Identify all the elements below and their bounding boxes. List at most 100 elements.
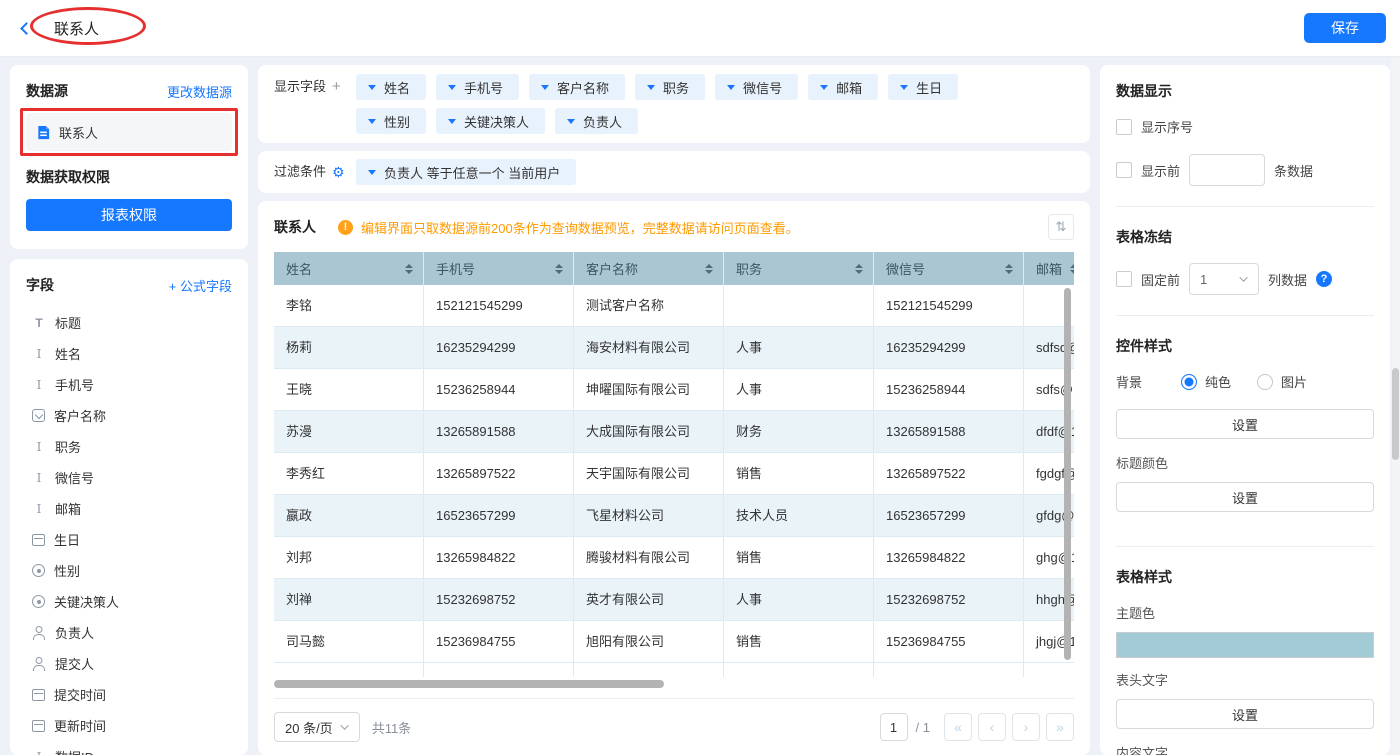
show-first-prefix: 显示前 — [1141, 161, 1180, 180]
page-size-select[interactable]: 20 条/页 — [274, 712, 360, 742]
sort-toggle-button[interactable] — [1048, 214, 1074, 240]
display-field-chip[interactable]: 负责人 — [555, 108, 638, 134]
back-button[interactable] — [22, 20, 38, 36]
table-row[interactable]: 李铭 152121545299 测试客户名称 152121545299 — [274, 285, 1074, 327]
cell-company: 坤曜国际有限公司 — [574, 369, 724, 410]
show-index-checkbox[interactable] — [1116, 119, 1132, 135]
table-row[interactable]: 李秀红 13265897522 天宇国际有限公司 销售 13265897522 … — [274, 453, 1074, 495]
datasource-header: 数据源 — [26, 81, 68, 101]
background-set-button[interactable]: 设置 — [1116, 409, 1374, 439]
widget-style-header: 控件样式 — [1116, 336, 1374, 356]
field-item[interactable]: 更新时间 — [26, 710, 232, 741]
report-permission-button[interactable]: 报表权限 — [26, 199, 232, 231]
sort-arrows-icon[interactable] — [1062, 264, 1074, 274]
header-text-set-button[interactable]: 设置 — [1116, 699, 1374, 729]
table-row[interactable]: 王晓 15236258944 坤曜国际有限公司 人事 15236258944 s… — [274, 369, 1074, 411]
chip-label: 邮箱 — [836, 78, 862, 97]
warning-text: 编辑界面只取数据源前200条作为查询数据预览，完整数据请访问页面查看。 — [361, 218, 799, 237]
prev-page-button[interactable] — [978, 713, 1006, 741]
show-first-count-input[interactable] — [1189, 154, 1265, 186]
cell-phone: 15236258944 — [424, 369, 574, 410]
column-header[interactable]: 姓名 — [274, 252, 424, 285]
next-page-button[interactable] — [1012, 713, 1040, 741]
field-item[interactable]: 提交时间 — [26, 679, 232, 710]
field-item[interactable]: 关键决策人 — [26, 586, 232, 617]
table-horizontal-scrollbar[interactable] — [274, 680, 664, 688]
display-field-chip[interactable]: 职务 — [635, 74, 705, 100]
table-row[interactable]: 刘禅 15232698752 英才有限公司 人事 15232698752 hhg… — [274, 579, 1074, 621]
display-field-chip[interactable]: 微信号 — [715, 74, 798, 100]
add-display-field-button[interactable]: + — [332, 74, 341, 100]
top-bar: 联系人 保存 — [0, 0, 1400, 57]
table-row-partial — [274, 663, 1074, 677]
help-icon[interactable]: ? — [1316, 271, 1332, 287]
column-header[interactable]: 客户名称 — [574, 252, 724, 285]
display-field-chip[interactable]: 手机号 — [436, 74, 519, 100]
cell-phone: 13265984822 — [424, 537, 574, 578]
field-label: 数据ID — [55, 747, 94, 755]
chevron-down-icon — [727, 85, 735, 90]
gear-icon[interactable]: ⚙ — [332, 165, 345, 179]
cell-job: 人事 — [724, 327, 874, 368]
field-item[interactable]: 手机号 — [26, 369, 232, 400]
page-number-input[interactable]: 1 — [880, 713, 908, 741]
save-button[interactable]: 保存 — [1304, 13, 1386, 43]
filter-condition-chip[interactable]: 负责人 等于任意一个 当前用户 — [356, 159, 576, 185]
radio-image[interactable] — [1257, 374, 1273, 390]
table-vertical-scrollbar[interactable] — [1064, 288, 1071, 660]
field-item[interactable]: 微信号 — [26, 462, 232, 493]
display-field-chip[interactable]: 关键决策人 — [436, 108, 545, 134]
table-row[interactable]: 杨莉 16235294299 海安材料有限公司 人事 16235294299 s… — [274, 327, 1074, 369]
cell-job: 人事 — [724, 369, 874, 410]
display-field-chip[interactable]: 邮箱 — [808, 74, 878, 100]
window-scrollbar[interactable] — [1391, 58, 1400, 755]
sort-arrows-icon[interactable] — [847, 264, 863, 274]
add-formula-field-link[interactable]: + 公式字段 — [169, 276, 232, 295]
field-item[interactable]: 职务 — [26, 431, 232, 462]
display-field-chip[interactable]: 生日 — [888, 74, 958, 100]
freeze-count-select[interactable]: 1 — [1189, 263, 1259, 295]
title-color-set-button[interactable]: 设置 — [1116, 482, 1374, 512]
field-item[interactable]: 客户名称 — [26, 400, 232, 431]
table-footer: 20 条/页 共11条 1 / 1 — [274, 698, 1074, 754]
scrollbar-thumb[interactable] — [1392, 368, 1399, 460]
field-item[interactable]: 负责人 — [26, 617, 232, 648]
field-type-icon — [32, 347, 46, 361]
table-row[interactable]: 司马懿 15236984755 旭阳有限公司 销售 15236984755 jh… — [274, 621, 1074, 663]
last-page-button[interactable] — [1046, 713, 1074, 741]
radio-solid-color[interactable] — [1181, 374, 1197, 390]
first-page-button[interactable] — [944, 713, 972, 741]
field-item[interactable]: 提交人 — [26, 648, 232, 679]
change-datasource-link[interactable]: 更改数据源 — [167, 82, 232, 101]
table-row[interactable]: 刘邦 13265984822 腾骏材料有限公司 销售 13265984822 g… — [274, 537, 1074, 579]
field-item[interactable]: 邮箱 — [26, 493, 232, 524]
sort-arrows-icon[interactable] — [697, 264, 713, 274]
column-header[interactable]: 微信号 — [874, 252, 1024, 285]
field-list: 标题 姓名 手机号 客户名称 — [26, 307, 232, 755]
sort-arrows-icon[interactable] — [547, 264, 563, 274]
divider — [1116, 315, 1374, 316]
table-row[interactable]: 嬴政 16523657299 飞星材料公司 技术人员 16523657299 g… — [274, 495, 1074, 537]
column-header[interactable]: 邮箱 — [1024, 252, 1074, 285]
field-type-icon — [32, 720, 45, 732]
sort-arrows-icon[interactable] — [397, 264, 413, 274]
field-item[interactable]: 数据ID — [26, 741, 232, 755]
display-field-chip[interactable]: 性别 — [356, 108, 426, 134]
sort-arrows-icon[interactable] — [997, 264, 1013, 274]
table-row[interactable]: 苏漫 13265891588 大成国际有限公司 财务 13265891588 d… — [274, 411, 1074, 453]
field-item[interactable]: 生日 — [26, 524, 232, 555]
field-item[interactable]: 姓名 — [26, 338, 232, 369]
field-item[interactable]: 标题 — [26, 307, 232, 338]
field-item[interactable]: 性别 — [26, 555, 232, 586]
freeze-checkbox[interactable] — [1116, 271, 1132, 287]
display-field-chip[interactable]: 姓名 — [356, 74, 426, 100]
column-header[interactable]: 手机号 — [424, 252, 574, 285]
show-first-checkbox[interactable] — [1116, 162, 1132, 178]
display-fields-panel: 显示字段 + 姓名 手机号 — [258, 65, 1090, 143]
display-field-chip[interactable]: 客户名称 — [529, 74, 625, 100]
column-header[interactable]: 职务 — [724, 252, 874, 285]
cell-name: 嬴政 — [274, 495, 424, 536]
field-type-icon — [32, 657, 46, 671]
theme-color-swatch[interactable] — [1116, 632, 1374, 658]
datasource-item-contacts[interactable]: 联系人 — [26, 113, 232, 151]
